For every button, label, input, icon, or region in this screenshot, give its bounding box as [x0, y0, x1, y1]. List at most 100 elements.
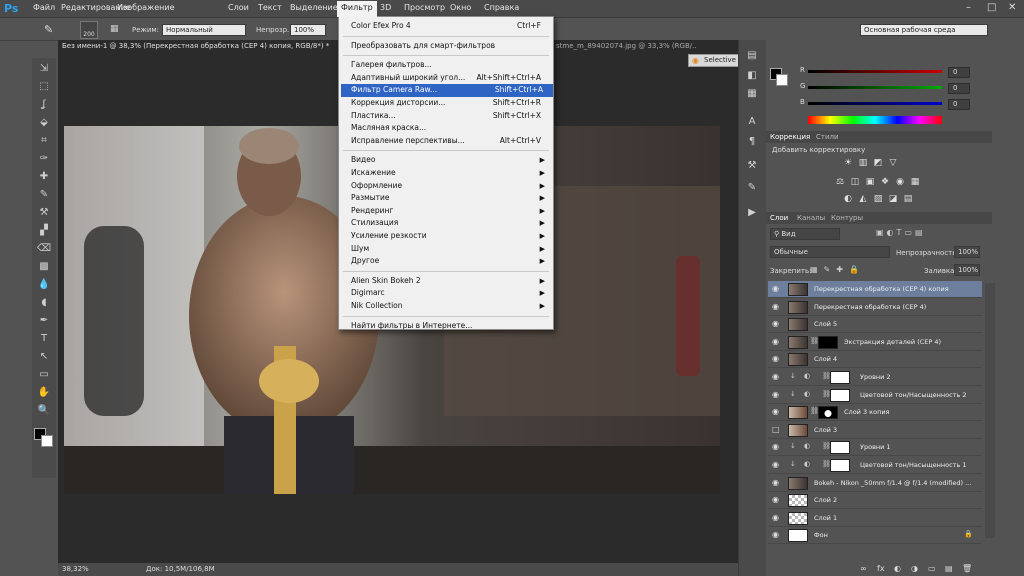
tool-icon-18[interactable]: ✋ [35, 386, 53, 400]
tool-icon-2[interactable]: ʆ [35, 98, 53, 112]
adjustment-icon[interactable]: ◐ [842, 194, 854, 205]
layers-footer-icon[interactable]: fx [877, 564, 885, 573]
tool-icon-13[interactable]: ◖ [35, 296, 53, 310]
filter-menu-item[interactable]: Color Efex Pro 4 Ctrl+F [351, 20, 551, 33]
brush-tool-icon[interactable]: ✎ [44, 23, 53, 36]
adjustment-icon[interactable]: ◭ [857, 194, 869, 205]
panel-strip-icon-7[interactable]: ▶ [744, 207, 760, 221]
panel-strip-icon-3[interactable]: A [744, 116, 760, 130]
panel-strip-icon-1[interactable]: ◧ [744, 70, 760, 84]
adjustment-icon[interactable]: ◪ [887, 194, 899, 205]
layer-row[interactable]: ◉ Перекрестная обработка (CEP 4) [768, 298, 982, 316]
menu-3[interactable]: Слои [228, 3, 249, 12]
layers-footer-icon[interactable]: 🗑 [962, 564, 972, 573]
layers-footer-icon[interactable]: ◐ [894, 564, 901, 573]
adjustment-icon[interactable]: ☀ [842, 158, 854, 169]
layer-row[interactable]: ◉ ↓ ◐ ⛓ Уровни 2 [768, 369, 982, 386]
menu-7[interactable]: 3D [380, 3, 391, 12]
adjustment-icon[interactable]: ▣ [864, 177, 876, 188]
layer-row[interactable]: ◉ Фон 🔒 [768, 527, 982, 545]
layer-opacity-field[interactable]: 100% [954, 246, 980, 258]
visibility-eye-icon[interactable]: ◉ [772, 354, 779, 363]
layer-row[interactable]: ◉ Перекрестная обработка (CEP 4) копия [768, 281, 982, 298]
adjustment-icon[interactable]: ⚖ [834, 177, 846, 188]
panel-strip-icon-2[interactable]: ▦ [744, 88, 760, 102]
menu-4[interactable]: Текст [258, 3, 282, 12]
fill-field[interactable]: 100% [954, 264, 980, 276]
visibility-eye-icon[interactable]: ◉ [772, 319, 779, 328]
layer-filter-kind[interactable]: ⚲ Вид [770, 228, 840, 240]
visibility-eye-icon[interactable]: ◉ [772, 530, 779, 539]
color-channel-slider[interactable] [808, 102, 942, 105]
color-channel-slider[interactable] [808, 70, 942, 73]
filter-menu-item[interactable]: Адаптивный широкий угол... Alt+Shift+Ctrl… [351, 72, 551, 85]
adjustment-icon[interactable]: ▥ [857, 158, 869, 169]
adjustment-icon[interactable]: ▨ [872, 194, 884, 205]
tool-icon-3[interactable]: ⬙ [35, 116, 53, 130]
layer-row[interactable]: ◉ Слой 2 [768, 492, 982, 510]
layer-row[interactable]: ◉ Слой 1 [768, 509, 982, 527]
filter-menu-item[interactable]: Видео ▶ [351, 154, 551, 167]
adjustment-icon[interactable]: ▤ [902, 194, 914, 205]
layer-row[interactable]: ◉ ↓ ◐ ⛓ Уровни 1 [768, 439, 982, 457]
color-channel-slider[interactable] [808, 86, 942, 89]
filter-menu-item[interactable]: Найти фильтры в Интернете... [351, 320, 551, 333]
visibility-eye-icon[interactable]: ◉ [772, 337, 779, 346]
visibility-eye-icon[interactable]: ◉ [772, 495, 779, 504]
visibility-eye-icon[interactable]: ◉ [772, 390, 779, 399]
tool-icon-6[interactable]: ✚ [35, 170, 53, 184]
layer-row[interactable]: ◉ Слой 5 [768, 316, 982, 334]
visibility-eye-icon[interactable]: ◉ [772, 478, 779, 487]
adjustment-icon[interactable]: ▦ [909, 177, 921, 188]
filter-menu-item[interactable]: Масляная краска... [351, 122, 551, 135]
brush-panel-icon[interactable]: ▦ [110, 24, 119, 34]
panel-strip-icon-5[interactable]: ⚒ [744, 160, 760, 174]
layer-row[interactable]: ◉ Слой 4 [768, 351, 982, 369]
adjustment-icon[interactable]: ◩ [872, 158, 884, 169]
menu-2[interactable]: Изображение [117, 3, 175, 12]
tool-icon-12[interactable]: 💧 [35, 278, 53, 292]
panel-strip-icon-4[interactable]: ¶ [744, 136, 760, 150]
filter-menu-item[interactable]: Alien Skin Bokeh 2 ▶ [351, 275, 551, 288]
menu-10[interactable]: Справка [484, 3, 519, 12]
brush-size-preset[interactable]: 200 [80, 21, 98, 39]
adjustment-icon[interactable]: ◫ [849, 177, 861, 188]
menu-5[interactable]: Выделение [290, 3, 338, 12]
tab-channels[interactable]: Каналы [797, 214, 825, 222]
filter-menu-item[interactable]: Рендеринг ▶ [351, 205, 551, 218]
tool-icon-16[interactable]: ↖ [35, 350, 53, 364]
menu-0[interactable]: Файл [33, 3, 55, 12]
tab-document-other[interactable]: stme_m_89402074.jpg @ 33,3% (RGB/... [556, 42, 696, 56]
panel-strip-icon-0[interactable]: ▤ [744, 50, 760, 64]
menu-6[interactable]: Фильтр [337, 1, 377, 17]
layer-row[interactable]: ◉ ⛓ Экстракция деталей (CEP 4) [768, 333, 982, 351]
visibility-eye-icon[interactable]: ◉ [772, 302, 779, 311]
tool-icon-8[interactable]: ⚒ [35, 206, 53, 220]
tool-icon-14[interactable]: ✒ [35, 314, 53, 328]
tool-icon-5[interactable]: ✑ [35, 152, 53, 166]
layer-filter-icons[interactable]: ▣◐T▭▤ [876, 228, 926, 237]
filter-menu-item[interactable]: Коррекция дисторсии... Shift+Ctrl+R [351, 97, 551, 110]
filter-menu-item[interactable]: Галерея фильтров... [351, 59, 551, 72]
filter-menu-item[interactable]: Фильтр Camera Raw... Shift+Ctrl+A [341, 84, 553, 97]
layers-footer-icon[interactable]: ▤ [945, 564, 953, 573]
color-spectrum-bar[interactable] [808, 116, 942, 124]
filter-menu-item[interactable]: Усиление резкости ▶ [351, 230, 551, 243]
tool-icon-0[interactable]: ⇲ [35, 62, 53, 76]
minimize-button[interactable]: – [966, 2, 971, 13]
layers-scrollbar[interactable] [985, 283, 995, 538]
filter-menu-item[interactable]: Искажение ▶ [351, 167, 551, 180]
tool-icon-7[interactable]: ✎ [35, 188, 53, 202]
filter-menu-item[interactable]: Другое ▶ [351, 255, 551, 268]
tool-icon-10[interactable]: ⌫ [35, 242, 53, 256]
tool-icon-11[interactable]: ▩ [35, 260, 53, 274]
filter-menu-item[interactable]: Digimarc ▶ [351, 287, 551, 300]
filter-menu-item[interactable]: Nik Collection ▶ [351, 300, 551, 313]
layer-row[interactable]: ◉ ↓ ◐ ⛓ Цветовой тон/Насыщенность 1 [768, 457, 982, 474]
tab-styles[interactable]: Стили [816, 133, 839, 141]
filter-menu-item[interactable]: Оформление ▶ [351, 180, 551, 193]
mode-select[interactable]: Нормальный [162, 24, 246, 36]
visibility-eye-icon[interactable]: ◉ [772, 513, 779, 522]
menu-9[interactable]: Окно [450, 3, 471, 12]
lock-icons[interactable]: ▦✎✚🔒 [810, 265, 865, 274]
